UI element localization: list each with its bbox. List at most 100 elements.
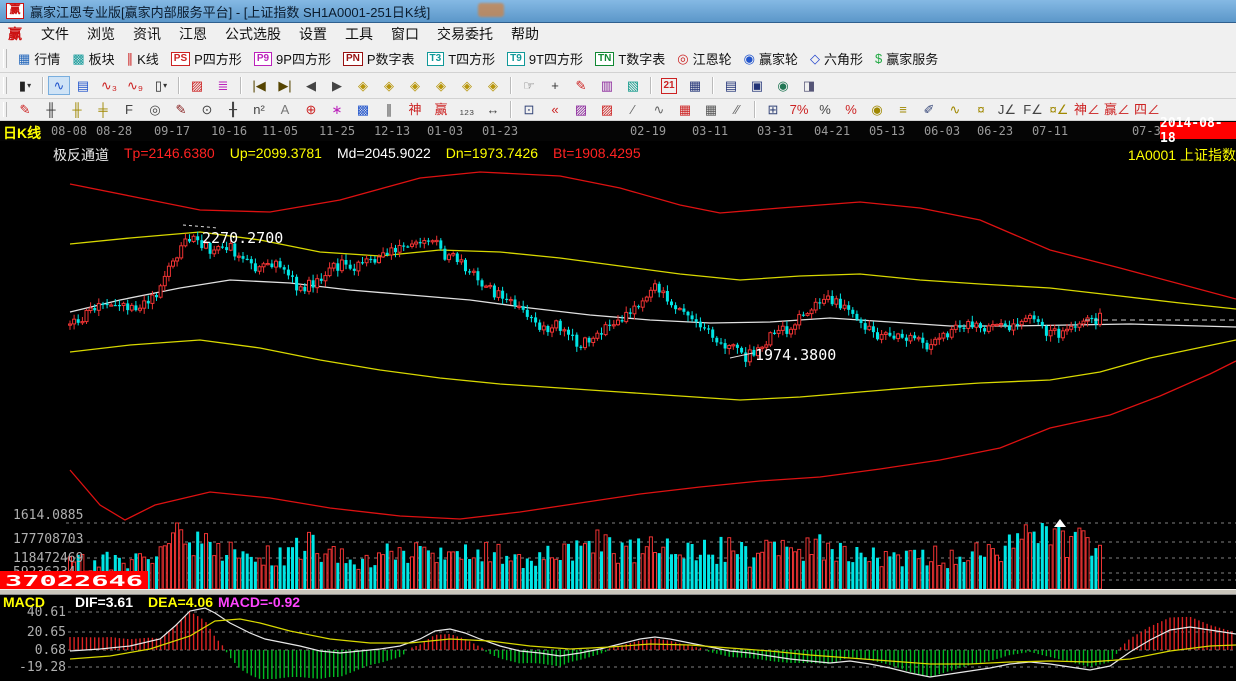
draw-j-angle[interactable]: J∠ [994, 100, 1020, 119]
draw-star-web[interactable]: ∗ [324, 100, 350, 119]
view-wave-9[interactable]: ∿₉ [122, 76, 148, 95]
toolbar-kline[interactable]: ∥K线 [121, 47, 165, 70]
menu-item-4[interactable]: 公式选股 [216, 23, 290, 45]
draw-target-cross[interactable]: ⊕ [298, 100, 324, 119]
view-wave-region[interactable]: ▧ [620, 76, 646, 95]
draw-marker-pen[interactable]: ✎ [168, 100, 194, 119]
draw-hatch-box[interactable]: ▨ [594, 100, 620, 119]
view-hand-pan[interactable]: ☞ [516, 76, 542, 95]
toolbar-sector-blocks[interactable]: ▩板块 [66, 47, 120, 70]
view-data-export[interactable]: ◨ [796, 76, 822, 95]
menu-item-9[interactable]: 帮助 [502, 23, 548, 45]
view-zoom-in-x[interactable]: ◈ [428, 76, 454, 95]
menu-item-3[interactable]: 江恩 [170, 23, 216, 45]
draw-shen-angle[interactable]: 神∠ [1072, 100, 1102, 119]
view-pen-off[interactable]: ✎ [568, 76, 594, 95]
view-next-bar[interactable]: ▶ [324, 76, 350, 95]
draw-web-grid[interactable]: ▩ [350, 100, 376, 119]
draw-angle-marker[interactable]: A [272, 100, 298, 119]
toolbar-nine-t-square[interactable]: T99T四方形 [501, 47, 589, 70]
view-web-refresh[interactable]: ◉ [770, 76, 796, 95]
draw-gold-section[interactable]: ≡ [890, 100, 916, 119]
toolbar-nine-p-square[interactable]: P99P四方形 [248, 47, 337, 70]
menu-item-8[interactable]: 交易委托 [428, 23, 502, 45]
menu-item-1[interactable]: 浏览 [78, 23, 124, 45]
draw-gold-ruler[interactable]: ╫ [64, 100, 90, 119]
toolbar-t-square[interactable]: T3T四方形 [421, 47, 502, 70]
toolbar-t-number-table[interactable]: TNT数字表 [589, 47, 671, 70]
draw-percent-lines[interactable]: % [838, 100, 864, 119]
draw-win-angle[interactable]: 赢∠ [1102, 100, 1132, 119]
draw-four-angle[interactable]: 四∠ [1132, 100, 1162, 119]
fan-lines-icon: « [551, 103, 558, 117]
draw-fan-box[interactable]: ▨ [568, 100, 594, 119]
draw-slant-line[interactable]: ∕ [620, 100, 646, 119]
draw-gold-section-circle[interactable]: ◉ [864, 100, 890, 119]
draw-gann-clock[interactable]: ⊙ [194, 100, 220, 119]
draw-wave-gold[interactable]: ∿ [942, 100, 968, 119]
draw-gold-line[interactable]: ¤ [968, 100, 994, 119]
toolbar-market-quotes[interactable]: ▦行情 [12, 47, 66, 70]
toolbar-winner-wheel[interactable]: ◉赢家轮 [738, 47, 804, 70]
toolbar-winner-service[interactable]: $赢家服务 [869, 47, 944, 70]
view-profile-bars[interactable]: ≣ [210, 76, 236, 95]
draw-zigzag-line[interactable]: ∿ [646, 100, 672, 119]
view-prev-bar[interactable]: ◀ [298, 76, 324, 95]
view-pan-left[interactable]: ◈ [350, 76, 376, 95]
toolbar-p-square[interactable]: PSP四方形 [165, 47, 248, 70]
toolbar-gann-wheel[interactable]: ◎江恩轮 [671, 47, 737, 70]
draw-shen-ruler[interactable]: 神 [402, 100, 428, 119]
draw-f-angle[interactable]: F∠ [1020, 100, 1046, 119]
draw-slash-lines[interactable]: ⁄⁄ [724, 100, 750, 119]
draw-measure-box[interactable]: ⊞ [760, 100, 786, 119]
draw-grid-gray[interactable]: ▦ [698, 100, 724, 119]
title-bar: 赢 赢家江恩专业版[赢家内部服务平台] - [上证指数 SH1A0001-251… [0, 0, 1236, 23]
date-axis[interactable]: 日K线 08-0808-2809-1710-1611-0511-2512-130… [0, 121, 1236, 141]
draw-grid-red[interactable]: ▦ [672, 100, 698, 119]
view-calculator[interactable]: ▦ [682, 76, 708, 95]
view-candle-style-dropdown[interactable]: ▯▾ [148, 76, 174, 95]
draw-percent-7[interactable]: 7% [786, 100, 812, 119]
view-period-dropdown[interactable]: ▮▾ [12, 76, 38, 95]
draw-gold-ruler-2[interactable]: ╪ [90, 100, 116, 119]
view-last-bar[interactable]: ▶| [272, 76, 298, 95]
draw-tick-pair[interactable]: ∥ [376, 100, 402, 119]
view-save-disk[interactable]: ▣ [744, 76, 770, 95]
draw-ruler-123[interactable]: ₁₂₃ [454, 100, 480, 119]
draw-n-square[interactable]: n² [246, 100, 272, 119]
view-calendar-21[interactable]: 21 [656, 76, 682, 95]
view-clipboard[interactable]: ▥ [594, 76, 620, 95]
view-info-panel[interactable]: ▤ [70, 76, 96, 95]
indicator-reading-2: Md=2045.9022 [337, 145, 431, 165]
menu-item-0[interactable]: 文件 [32, 23, 78, 45]
draw-rect-tool[interactable]: ⊡ [516, 100, 542, 119]
draw-trend-pen[interactable]: ✎ [12, 100, 38, 119]
menu-item-5[interactable]: 设置 [290, 23, 336, 45]
toolbar-hexagon[interactable]: ◇六角形 [804, 47, 869, 70]
draw-note-pen[interactable]: ✐ [916, 100, 942, 119]
draw-win-ruler[interactable]: 赢 [428, 100, 454, 119]
toolbar-p-number-table[interactable]: PNP数字表 [337, 47, 421, 70]
view-crosshair[interactable]: + [542, 76, 568, 95]
view-compress-y[interactable]: ◈ [454, 76, 480, 95]
view-report-doc[interactable]: ▤ [718, 76, 744, 95]
draw-fan-lines[interactable]: « [542, 100, 568, 119]
view-first-bar[interactable]: |◀ [246, 76, 272, 95]
view-band-overlay[interactable]: ▨ [184, 76, 210, 95]
menu-item-6[interactable]: 工具 [336, 23, 382, 45]
macd-reading-3: MACD=-0.92 [218, 594, 300, 610]
view-pan-right[interactable]: ◈ [376, 76, 402, 95]
draw-width-measure[interactable]: ↔ [480, 100, 506, 119]
draw-gold-angle[interactable]: ¤∠ [1046, 100, 1072, 119]
draw-price-ruler[interactable]: ╫ [38, 100, 64, 119]
menu-item-2[interactable]: 资讯 [124, 23, 170, 45]
view-expand-xy[interactable]: ◈ [480, 76, 506, 95]
view-zoom-out-x[interactable]: ◈ [402, 76, 428, 95]
menu-item-7[interactable]: 窗口 [382, 23, 428, 45]
draw-percent[interactable]: % [812, 100, 838, 119]
draw-dense-ruler[interactable]: ╂ [220, 100, 246, 119]
draw-fib-ruler[interactable]: F [116, 100, 142, 119]
draw-spiral[interactable]: ◎ [142, 100, 168, 119]
view-zigzag-window[interactable]: ∿ [48, 76, 70, 95]
view-wave-3[interactable]: ∿₃ [96, 76, 122, 95]
